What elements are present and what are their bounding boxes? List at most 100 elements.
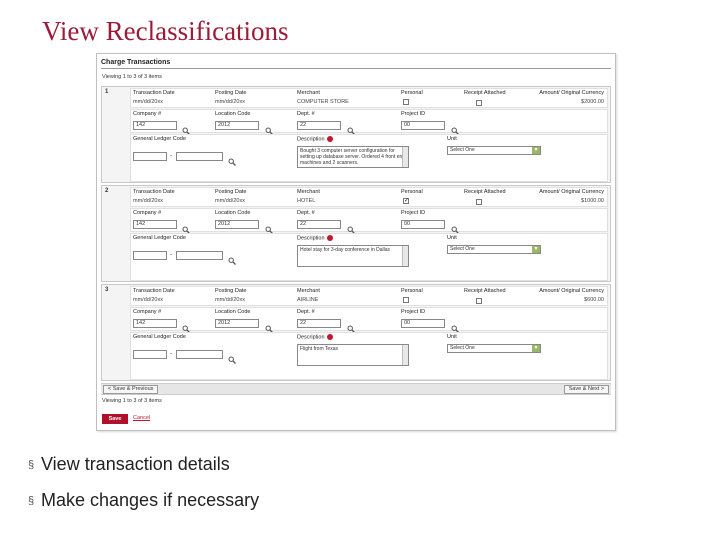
merchant-label: Merchant xyxy=(297,90,320,96)
project-id-label: Project ID xyxy=(401,210,426,216)
transaction-number: 1 xyxy=(105,89,109,95)
amount-value: $2000.00 xyxy=(581,99,604,105)
bullet-item: § Make changes if necessary xyxy=(28,490,259,511)
personal-checkbox[interactable]: ✓ xyxy=(403,198,409,204)
posting-date-value: mm/dd/20xx xyxy=(215,297,245,303)
transaction-block: 3 Transaction Date mm/dd/20xx Posting Da… xyxy=(101,284,611,381)
project-id-input[interactable]: 00 xyxy=(401,121,445,130)
transaction-detail-row: General Ledger Code - Description Bought… xyxy=(130,134,608,182)
save-next-button[interactable]: Save & Next > xyxy=(563,385,609,394)
company-input[interactable]: 142 xyxy=(133,220,177,229)
transaction-codes-row: Company # 142 Location Code 2012 Dept. #… xyxy=(130,208,608,234)
description-label: Description xyxy=(297,136,333,142)
gl-code-input-right[interactable] xyxy=(176,152,223,161)
personal-checkbox[interactable] xyxy=(403,297,409,303)
magnifier-icon[interactable] xyxy=(228,153,236,166)
merchant-value: HOTEL xyxy=(297,198,316,204)
location-code-label: Location Code xyxy=(215,111,251,117)
magnifier-icon[interactable] xyxy=(182,221,190,234)
receipt-attached-checkbox[interactable] xyxy=(476,199,482,205)
gl-code-input-left[interactable] xyxy=(133,152,167,161)
description-label-text: Description xyxy=(297,334,325,341)
gl-code-separator: - xyxy=(170,252,172,258)
bullet-marker: § xyxy=(28,495,35,508)
magnifier-icon[interactable] xyxy=(228,252,236,265)
receipt-attached-checkbox[interactable] xyxy=(476,298,482,304)
posting-date-label: Posting Date xyxy=(215,288,247,294)
amount-label: Amount/ Original Currency xyxy=(539,90,604,96)
dropdown-arrow-icon[interactable]: ▼ xyxy=(532,147,540,154)
dropdown-arrow-icon[interactable]: ▼ xyxy=(532,246,540,253)
cancel-link[interactable]: Cancel xyxy=(133,415,150,421)
magnifier-icon[interactable] xyxy=(347,122,355,135)
description-textarea[interactable]: Hotel stay for 3-day conference in Dalla… xyxy=(297,245,409,267)
gl-code-input-right[interactable] xyxy=(176,350,223,359)
transaction-detail-row: General Ledger Code - Description Flight… xyxy=(130,332,608,380)
location-code-input[interactable]: 2012 xyxy=(215,220,259,229)
magnifier-icon[interactable] xyxy=(228,351,236,364)
personal-checkbox[interactable] xyxy=(403,99,409,105)
viewing-count-bottom: Viewing 1 to 3 of 3 items xyxy=(102,398,162,404)
receipt-attached-checkbox[interactable] xyxy=(476,100,482,106)
required-icon xyxy=(326,334,333,340)
magnifier-icon[interactable] xyxy=(182,320,190,333)
posting-date-label: Posting Date xyxy=(215,189,247,195)
charge-transactions-panel: Charge Transactions Viewing 1 to 3 of 3 … xyxy=(96,53,616,431)
location-code-label: Location Code xyxy=(215,210,251,216)
dept-input[interactable]: 22 xyxy=(297,319,341,328)
project-id-input[interactable]: 00 xyxy=(401,319,445,328)
magnifier-icon[interactable] xyxy=(347,221,355,234)
magnifier-icon[interactable] xyxy=(451,221,459,234)
scrollbar[interactable] xyxy=(402,246,408,266)
magnifier-icon[interactable] xyxy=(347,320,355,333)
transaction-summary-row: Transaction Date mm/dd/20xx Posting Date… xyxy=(130,286,608,306)
project-id-input[interactable]: 00 xyxy=(401,220,445,229)
unit-label: Unit xyxy=(447,235,457,241)
unit-select[interactable]: Select One ▼ xyxy=(447,344,541,353)
company-label: Company # xyxy=(133,111,162,117)
posting-date-label: Posting Date xyxy=(215,90,247,96)
panel-header: Charge Transactions xyxy=(101,59,171,66)
gl-code-input-left[interactable] xyxy=(133,251,167,260)
slide-title: View Reclassifications xyxy=(42,16,289,46)
scrollbar[interactable] xyxy=(402,147,408,167)
dept-input[interactable]: 22 xyxy=(297,220,341,229)
company-label: Company # xyxy=(133,210,162,216)
scrollbar[interactable] xyxy=(402,345,408,365)
unit-select[interactable]: Select One ▼ xyxy=(447,245,541,254)
merchant-value: AIRLINE xyxy=(297,297,319,303)
posting-date-value: mm/dd/20xx xyxy=(215,198,245,204)
dropdown-arrow-icon[interactable]: ▼ xyxy=(532,345,540,352)
magnifier-icon[interactable] xyxy=(451,320,459,333)
unit-label: Unit xyxy=(447,136,457,142)
bullet-item: § View transaction details xyxy=(28,454,230,475)
location-code-input[interactable]: 2012 xyxy=(215,121,259,130)
unit-select[interactable]: Select One ▼ xyxy=(447,146,541,155)
save-previous-button[interactable]: < Save & Previous xyxy=(103,385,159,394)
transaction-summary-row: Transaction Date mm/dd/20xx Posting Date… xyxy=(130,187,608,207)
description-textarea[interactable]: Flight from Texas xyxy=(297,344,409,366)
description-textarea[interactable]: Bought 3 computer server configuration f… xyxy=(297,146,409,168)
magnifier-icon[interactable] xyxy=(451,122,459,135)
dept-input[interactable]: 22 xyxy=(297,121,341,130)
gl-code-input-left[interactable] xyxy=(133,350,167,359)
gl-code-input-right[interactable] xyxy=(176,251,223,260)
personal-label: Personal xyxy=(401,189,423,195)
description-label-text: Description xyxy=(297,136,325,143)
bullet-marker: § xyxy=(28,459,35,472)
personal-label: Personal xyxy=(401,90,423,96)
location-code-input[interactable]: 2012 xyxy=(215,319,259,328)
merchant-value: COMPUTER STORE xyxy=(297,99,349,105)
magnifier-icon[interactable] xyxy=(182,122,190,135)
company-input[interactable]: 142 xyxy=(133,319,177,328)
magnifier-icon[interactable] xyxy=(265,320,273,333)
transaction-detail-row: General Ledger Code - Description Hotel … xyxy=(130,233,608,281)
company-input[interactable]: 142 xyxy=(133,121,177,130)
magnifier-icon[interactable] xyxy=(265,221,273,234)
posting-date-value: mm/dd/20xx xyxy=(215,99,245,105)
transaction-codes-row: Company # 142 Location Code 2012 Dept. #… xyxy=(130,109,608,135)
magnifier-icon[interactable] xyxy=(265,122,273,135)
save-button[interactable]: Save xyxy=(102,414,128,424)
transaction-block: 2 Transaction Date mm/dd/20xx Posting Da… xyxy=(101,185,611,282)
viewing-count-top: Viewing 1 to 3 of 3 items xyxy=(102,74,162,80)
